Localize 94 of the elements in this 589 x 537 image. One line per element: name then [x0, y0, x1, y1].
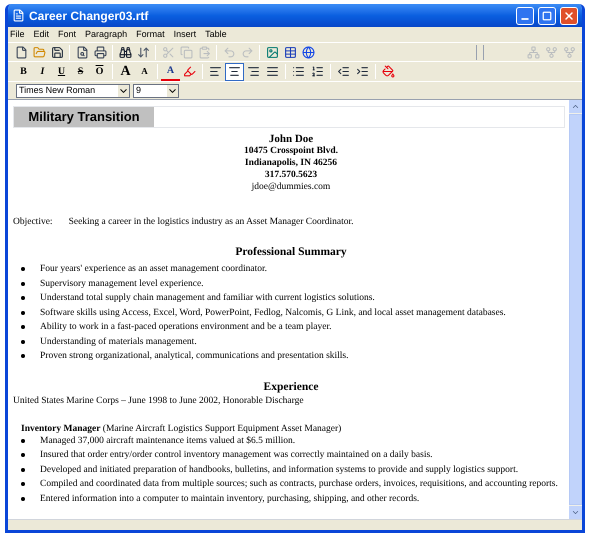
font-size-value: 9: [136, 84, 142, 97]
paint-bucket-icon: [382, 65, 395, 78]
bullet-text: Compiled and coordinated data from multiple sources; such as contracts, purchase orders, invoices, requisitions, and accounting reports.: [40, 479, 558, 491]
bullet-icon: [21, 482, 25, 486]
format-button[interactable]: B: [14, 62, 33, 80]
binoculars-icon: [118, 46, 132, 58]
font-family-dropdown[interactable]: Times New Roman: [16, 84, 130, 98]
numbered-list-icon: [311, 65, 324, 78]
font-size-dropdown[interactable]: 9: [133, 84, 179, 98]
font-family-value: Times New Roman: [19, 84, 96, 97]
format-button[interactable]: S: [71, 62, 90, 80]
branch-icon: [562, 46, 576, 58]
bullet-text: Managed 37,000 aircraft maintenance items valued at $6.5 million.: [40, 436, 296, 448]
format-button[interactable]: A: [116, 62, 135, 80]
bullet-text: Supervisory management level experience.: [40, 278, 204, 290]
bullet-text: Insured that order entry/order control inventory management was correctly maintained on a daily basis.: [40, 450, 433, 462]
align-center-button[interactable]: [225, 62, 244, 80]
bullet-text: Software skills using Access, Excel, Word, PowerPoint, Fedlog, Nalcomis, G Link, and local asset management databases.: [40, 308, 506, 320]
maximize-icon: [542, 10, 552, 20]
bullet-text: Proven strong organizational, analytical, communications and presentation skills.: [40, 351, 349, 363]
globe-icon: [302, 46, 314, 58]
bullet-icon: [21, 496, 25, 501]
email-text: jdoe@dummies.com: [252, 181, 330, 193]
objective-label: Objective:: [13, 216, 53, 229]
paste-icon: [198, 46, 210, 58]
contact-line: 10475 Crosspoint Blvd.: [244, 145, 338, 157]
save-icon: [50, 46, 64, 58]
format-button[interactable]: I: [33, 62, 52, 80]
menu-item[interactable]: Edit: [34, 28, 50, 42]
format-button[interactable]: A: [135, 62, 154, 80]
bullet-icon: [21, 468, 25, 472]
bullet-icon: [21, 354, 25, 358]
branch-icon: [544, 46, 558, 58]
document-icon: [12, 9, 25, 22]
scroll-down-button[interactable]: [569, 506, 582, 519]
section-heading: Professional Summary: [235, 245, 347, 260]
close-icon: [563, 10, 575, 22]
bullet-icon: [21, 438, 25, 443]
menu-item[interactable]: Insert: [174, 28, 196, 42]
copy-icon: [180, 46, 192, 58]
contact-line: 317.570.5623: [264, 169, 318, 181]
banner-heading: Military Transition: [14, 107, 154, 127]
bullet-icon: [21, 296, 25, 300]
bullet-text: Developed and initiated preparation of handbooks, bulletins, and information systems to provide and supply logistics support.: [40, 464, 518, 476]
tree-icon: [526, 46, 540, 58]
bullet-icon: [21, 340, 25, 344]
format-button[interactable]: A: [161, 62, 180, 80]
contact-name: John Doe: [268, 133, 314, 145]
highlighter-icon: [183, 65, 196, 78]
menu-item[interactable]: Paragraph: [85, 28, 128, 42]
window-title: Career Changer03.rtf: [29, 8, 150, 24]
section-heading: Experience: [264, 380, 318, 394]
minimize-button[interactable]: [516, 6, 534, 24]
bullet-text: Understand total supply chain management and familiar with current logistics solutions.: [40, 293, 375, 305]
bullet-icon: [21, 282, 25, 286]
align-right-icon: [247, 65, 260, 78]
menu-item[interactable]: Format: [136, 28, 165, 42]
bullet-text: Understanding of materials management.: [40, 336, 197, 348]
scroll-up-button[interactable]: [569, 100, 582, 113]
close-button[interactable]: [560, 6, 578, 24]
format-button[interactable]: O: [90, 62, 109, 80]
indent-icon: [356, 65, 369, 78]
redo-icon: [240, 46, 254, 58]
menu-item[interactable]: Font: [58, 28, 76, 42]
role-title: Inventory Manager (Marine Aircraft Logistics Support Equipment Asset Manager): [21, 422, 342, 436]
bullet-icon: [21, 325, 25, 330]
menu-item[interactable]: Table: [205, 28, 227, 42]
outdent-icon: [337, 65, 350, 78]
menu-item[interactable]: File: [10, 28, 25, 42]
section-intro: United States Marine Corps – June 1998 to June 2002, Honorable Discharge: [13, 394, 304, 408]
table-icon: [284, 46, 296, 58]
bullet-icon: [21, 310, 25, 315]
folder-icon: [32, 46, 46, 58]
undo-icon: [222, 46, 236, 58]
print-preview-icon: [76, 46, 88, 58]
print-icon: [94, 46, 106, 58]
bullet-text: Ability to work in a fast-paced operations environment and be a team player.: [40, 322, 332, 334]
justify-icon: [266, 65, 279, 78]
objective-text: Seeking a career in the logistics industry as an Asset Manager Coordinator.: [68, 216, 354, 229]
format-button[interactable]: U: [52, 62, 71, 80]
maximize-button[interactable]: [538, 6, 556, 24]
cut-icon: [162, 46, 174, 58]
align-left-icon: [209, 65, 222, 78]
bullet-list-icon: [292, 65, 305, 78]
image-icon: [266, 46, 278, 58]
new-file-icon: [14, 46, 28, 58]
contact-line: Indianapolis, IN 46256: [244, 157, 338, 169]
scroll-down-icon: [571, 508, 580, 517]
scroll-up-icon: [571, 102, 580, 111]
bullet-text: Entered information into a computer to maintain inventory, purchasing, shipping, and other records.: [40, 494, 420, 506]
bullet-icon: [21, 267, 25, 272]
bullet-text: Four years' experience as an asset management coordinator.: [40, 264, 267, 276]
align-center-icon: [228, 65, 241, 78]
bullet-icon: [21, 453, 25, 458]
